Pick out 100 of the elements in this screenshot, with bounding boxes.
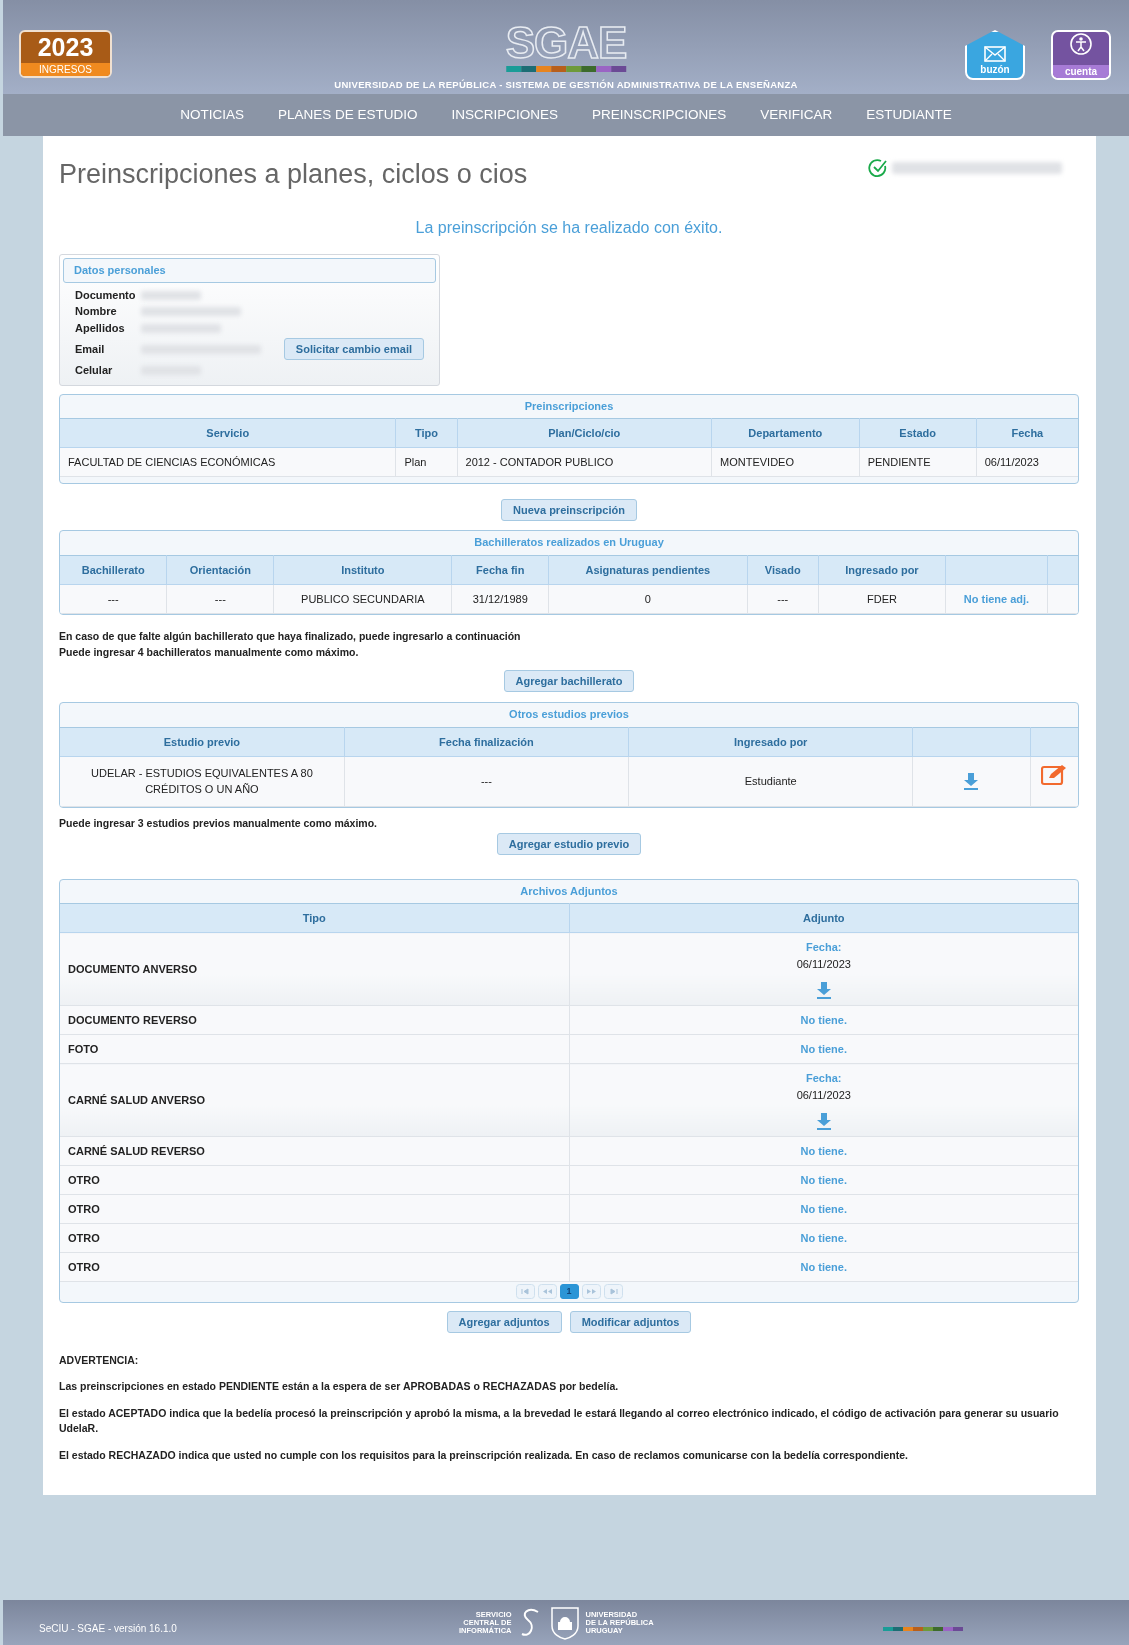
table-cell: DOCUMENTO REVERSO xyxy=(60,1005,569,1035)
date-value: 06/11/2023 xyxy=(795,956,852,972)
badge-year: 2023 xyxy=(36,32,95,63)
column-header: Fecha fin xyxy=(451,555,549,585)
account-label: cuenta xyxy=(1053,65,1109,78)
no-attachment-text: No tiene. xyxy=(800,1173,847,1186)
table-cell: MONTEVIDEO xyxy=(711,447,860,477)
table-cell: DOCUMENTO ANVERSO xyxy=(60,932,569,1006)
nav-link[interactable]: VERIFICAR xyxy=(743,94,850,136)
brand-logo: SGAE xyxy=(505,22,627,64)
add-attachments-button[interactable]: Agregar adjuntos xyxy=(446,1311,562,1334)
date-label: Fecha: xyxy=(805,1071,843,1087)
no-attachment-text: No tiene. xyxy=(800,1202,847,1215)
table-cell: --- xyxy=(166,584,274,614)
table-cell: UDELAR - ESTUDIOS EQUIVALENTES A 80 CRÉDITOS O UN AÑO xyxy=(60,756,345,807)
table-cell: --- xyxy=(344,756,629,807)
no-attachment-text: No tiene. xyxy=(800,1231,847,1244)
first-page-icon[interactable] xyxy=(515,1284,535,1300)
no-attachment-text: No tiene. xyxy=(800,1144,847,1157)
note-text: Puede ingresar 3 estudios previos manualmente como máximo. xyxy=(59,815,379,831)
envelope-icon xyxy=(984,46,1006,62)
nav-link[interactable]: PLANES DE ESTUDIO xyxy=(260,94,435,136)
field-label: Nombre xyxy=(75,304,118,320)
last-page-icon[interactable] xyxy=(603,1284,623,1300)
nav-link[interactable]: PREINSCRIPCIONES xyxy=(575,94,744,136)
new-preinscription-button[interactable]: Nueva preinscripción xyxy=(501,499,637,522)
table-title: Otros estudios previos xyxy=(508,707,630,723)
note-text: Puede ingresar 4 bachilleratos manualmente como máximo. xyxy=(59,644,360,660)
person-icon xyxy=(1069,32,1093,56)
table-cell: OTRO xyxy=(60,1165,569,1195)
nav-link[interactable]: ESTUDIANTE xyxy=(849,94,969,136)
warning-text: El estado RECHAZADO indica que usted no cumple con los requisitos para la preinscripción realizada. En caso de reclamos comunicarse con la bedelía correspondiente. xyxy=(59,1448,909,1464)
page-button[interactable]: 1 xyxy=(559,1284,579,1300)
date-label: Fecha: xyxy=(805,940,843,956)
no-attachment-text: No tiene. xyxy=(800,1260,847,1273)
column-header: Ingresado por xyxy=(628,727,913,757)
table-cell: CARNÉ SALUD REVERSO xyxy=(60,1136,569,1166)
success-message: La preinscripción se ha realizado con éxito. xyxy=(414,218,724,239)
version-text: SeCIU - SGAE - versión 16.1.0 xyxy=(39,1622,178,1636)
table-title: Archivos Adjuntos xyxy=(519,883,619,899)
check-icon xyxy=(868,158,888,178)
table-cell: 0 xyxy=(548,584,748,614)
table-cell: OTRO xyxy=(60,1252,569,1282)
table-cell: Plan xyxy=(395,447,457,477)
table-cell: 2012 - CONTADOR PUBLICO xyxy=(457,447,712,477)
date-value: 06/11/2023 xyxy=(795,1087,852,1103)
next-page-icon[interactable] xyxy=(581,1284,601,1300)
change-email-button[interactable]: Solicitar cambio email xyxy=(283,338,424,361)
table-cell: OTRO xyxy=(60,1223,569,1253)
mailbox-button[interactable]: buzón xyxy=(965,30,1025,80)
account-button[interactable]: cuenta xyxy=(1051,30,1111,80)
column-header: Adjunto xyxy=(569,903,1078,933)
field-label: Documento xyxy=(75,287,137,303)
download-icon[interactable] xyxy=(815,981,832,1000)
nav-link[interactable]: NOTICIAS xyxy=(163,94,261,136)
add-bachillerato-button[interactable]: Agregar bachillerato xyxy=(503,670,635,693)
column-header: Fecha xyxy=(976,418,1078,448)
column-header: Estado xyxy=(859,418,977,448)
download-icon[interactable] xyxy=(963,772,980,791)
column-header: Plan/Ciclo/cio xyxy=(457,418,712,448)
table-cell: PENDIENTE xyxy=(859,447,977,477)
add-previous-study-button[interactable]: Agregar estudio previo xyxy=(496,832,642,855)
table-cell: FOTO xyxy=(60,1034,569,1064)
field-label: Apellidos xyxy=(75,320,126,336)
no-attachment-text: No tiene. xyxy=(800,1013,847,1026)
tagline: UNIVERSIDAD DE LA REPÚBLICA - SISTEMA DE GESTIÓN ADMINISTRATIVA DE LA ENSEÑANZA xyxy=(334,79,798,90)
note-text: En caso de que falte algún bachillerato que haya finalizado, puede ingresarlo a continuación xyxy=(59,628,522,644)
table-cell: FACULTAD DE CIENCIAS ECONÓMICAS xyxy=(60,447,396,477)
field-label: Email xyxy=(75,342,106,358)
field-label: Celular xyxy=(75,363,114,379)
column-header: Tipo xyxy=(395,418,457,448)
column-header: Departamento xyxy=(711,418,860,448)
modify-attachments-button[interactable]: Modificar adjuntos xyxy=(569,1311,692,1334)
column-header: Tipo xyxy=(60,903,569,933)
table-cell: Estudiante xyxy=(628,756,913,807)
edit-icon[interactable] xyxy=(1041,764,1068,787)
table-cell: OTRO xyxy=(60,1194,569,1224)
download-icon[interactable] xyxy=(815,1112,832,1131)
table-cell: CARNÉ SALUD ANVERSO xyxy=(60,1063,569,1137)
column-header: Estudio previo xyxy=(60,727,345,757)
shield-icon xyxy=(549,1605,580,1640)
column-header: Bachillerato xyxy=(60,555,167,585)
warning-text: El estado ACEPTADO indica que la bedelía procesó la preinscripción y aprobó la misma, a la brevedad le estará llegando al correo electrónico indicado, el código de activación para generar su usuario UdelaR. xyxy=(59,1405,1060,1437)
column-header: Ingresado por xyxy=(818,555,946,585)
table-cell: FDER xyxy=(818,584,946,614)
nav-link[interactable]: INSCRIPCIONES xyxy=(434,94,575,136)
table-cell: --- xyxy=(747,584,819,614)
warning-title: ADVERTENCIA: xyxy=(59,1353,140,1369)
previous-page-icon[interactable] xyxy=(537,1284,557,1300)
table-title: Bachilleratos realizados en Uruguay xyxy=(473,535,665,551)
column-header: Orientación xyxy=(166,555,274,585)
warning-text: Las preinscripciones en estado PENDIENTE están a la espera de ser APROBADAS o RECHAZADAS por bedelía. xyxy=(59,1378,620,1394)
table-cell: PUBLICO SECUNDARIA xyxy=(273,584,452,614)
column-header: Servicio xyxy=(60,418,396,448)
badge-label: INGRESOS xyxy=(21,63,110,76)
panel-title: Datos personales xyxy=(63,258,436,283)
table-cell: 31/12/1989 xyxy=(451,584,549,614)
page-title: Preinscripciones a planes, ciclos o cios xyxy=(59,158,528,191)
table-cell: 06/11/2023 xyxy=(976,447,1078,477)
table-title: Preinscripciones xyxy=(523,398,615,414)
